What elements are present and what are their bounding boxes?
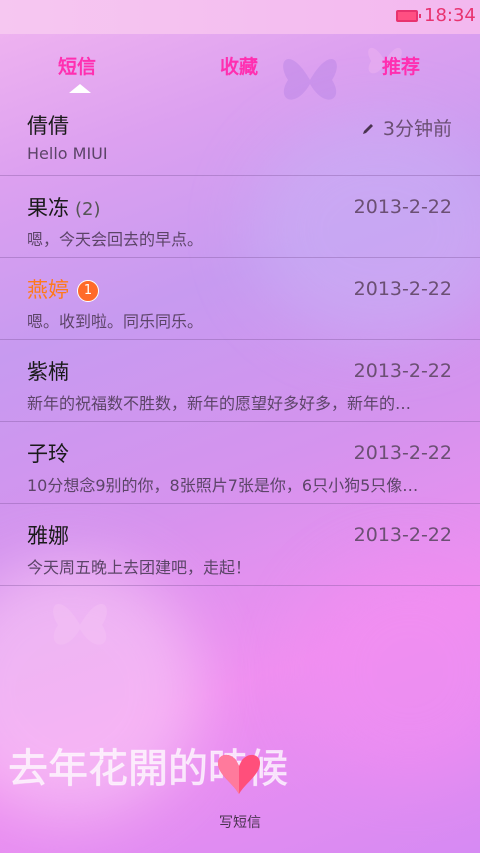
- message-time: 2013-2-22: [353, 196, 452, 218]
- message-preview: 嗯。收到啦。同乐同乐。: [27, 312, 204, 331]
- conversation-item[interactable]: 紫楠 2013-2-22 新年的祝福数不胜数，新年的愿望好多好多，新年的…: [0, 340, 480, 422]
- conversation-item[interactable]: 果冻 (2) 2013-2-22 嗯，今天会回去的早点。: [0, 176, 480, 258]
- message-count: (2): [75, 199, 101, 220]
- message-preview: 10分想念9别的你，8张照片7张是你，6只小狗5只像…: [27, 476, 419, 495]
- contact-name: 紫楠: [27, 360, 69, 384]
- message-time: 3分钟前: [361, 114, 452, 141]
- tab-bar: 短信 收藏 推荐: [0, 34, 480, 94]
- status-bar: 18:34: [0, 0, 480, 34]
- contact-name: 果冻 (2): [27, 192, 101, 222]
- message-preview: Hello MIUI: [27, 144, 108, 163]
- conversation-item[interactable]: 雅娜 2013-2-22 今天周五晚上去团建吧，走起！: [0, 504, 480, 586]
- contact-name: 燕婷 1: [27, 274, 99, 304]
- message-time: 2013-2-22: [353, 524, 452, 546]
- conversation-item[interactable]: 子玲 2013-2-22 10分想念9别的你，8张照片7张是你，6只小狗5只像…: [0, 422, 480, 504]
- message-time: 2013-2-22: [353, 278, 452, 300]
- tab-favorites[interactable]: 收藏: [220, 52, 258, 79]
- message-preview: 嗯，今天会回去的早点。: [27, 230, 204, 249]
- contact-name: 雅娜: [27, 524, 69, 548]
- active-tab-indicator: [69, 84, 91, 93]
- tab-recommended[interactable]: 推荐: [382, 52, 420, 79]
- heart-icon[interactable]: [214, 752, 264, 796]
- contact-name-text: 果冻: [27, 196, 69, 220]
- message-time: 2013-2-22: [353, 360, 452, 382]
- sms-screen: 18:34 短信 收藏 推荐 倩倩 3分钟前 Hello MIUI 果冻 (2) …: [0, 0, 480, 853]
- message-time: 2013-2-22: [353, 442, 452, 464]
- unread-badge: 1: [77, 280, 99, 302]
- conversation-list: 倩倩 3分钟前 Hello MIUI 果冻 (2) 2013-2-22 嗯，今天会…: [0, 94, 480, 586]
- draft-pencil-icon: [362, 124, 373, 134]
- tab-sms[interactable]: 短信: [58, 52, 96, 79]
- message-preview: 新年的祝福数不胜数，新年的愿望好多好多，新年的…: [27, 394, 412, 413]
- butterfly-icon: [53, 604, 107, 645]
- conversation-item[interactable]: 倩倩 3分钟前 Hello MIUI: [0, 94, 480, 176]
- message-preview: 今天周五晚上去团建吧，走起！: [27, 558, 252, 577]
- conversation-item[interactable]: 燕婷 1 2013-2-22 嗯。收到啦。同乐同乐。: [0, 258, 480, 340]
- contact-name: 子玲: [27, 442, 69, 466]
- battery-icon: [396, 10, 421, 22]
- compose-button-label[interactable]: 写短信: [0, 812, 480, 832]
- message-time-text: 3分钟前: [382, 118, 452, 140]
- contact-name: 倩倩: [27, 114, 69, 138]
- status-time: 18:34: [424, 5, 476, 26]
- wallpaper-glow: [300, 560, 480, 780]
- contact-name-text: 燕婷: [27, 278, 69, 302]
